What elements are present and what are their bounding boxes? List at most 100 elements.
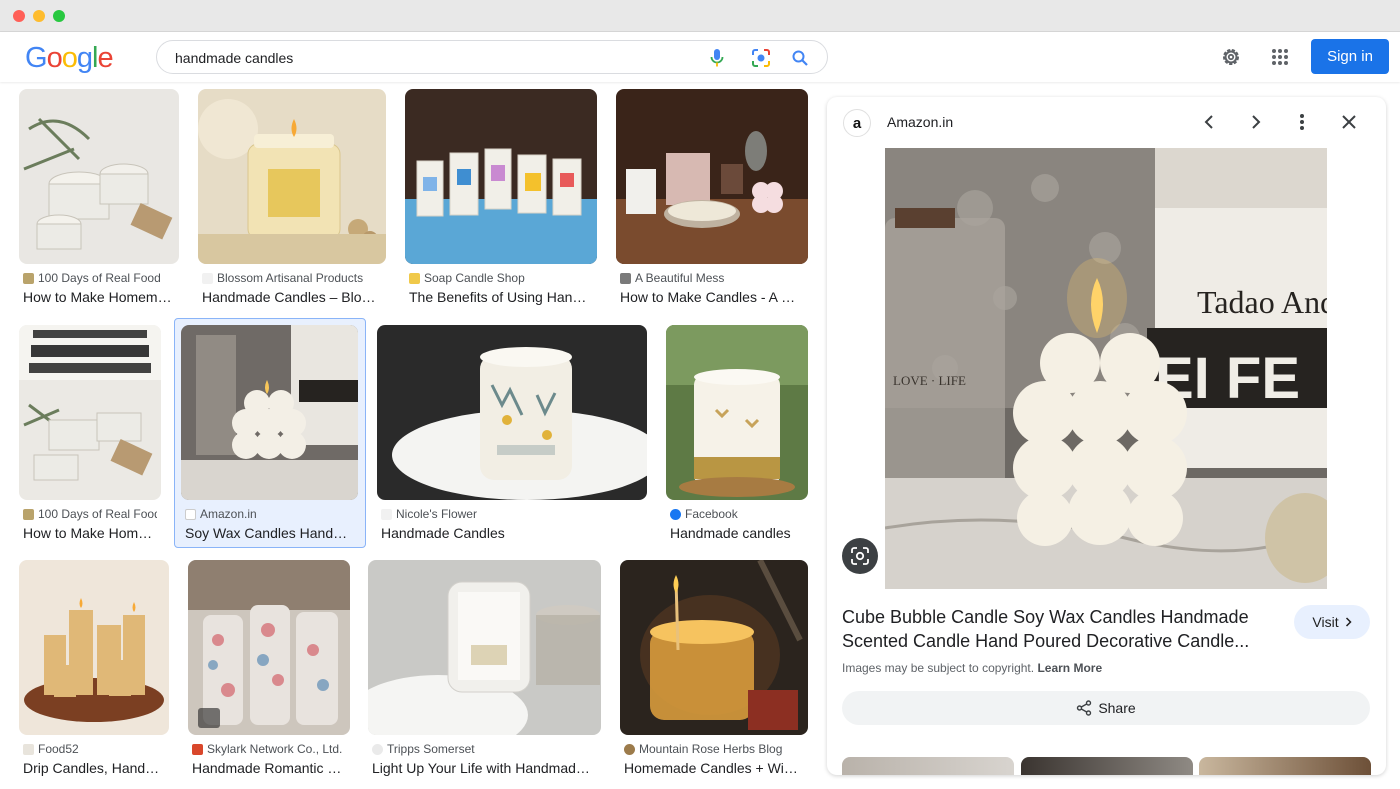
image-result[interactable]: Blossom Artisanal Products Handmade Cand…: [198, 89, 386, 309]
result-title[interactable]: The Benefits of Using Handmade Candles: [409, 289, 593, 305]
result-source-label: Food52: [38, 742, 79, 756]
result-source-label: Facebook: [685, 507, 738, 521]
result-title[interactable]: Handmade Candles – Blossom Artisanal Pro…: [202, 289, 382, 305]
source-favicon-icon: [381, 508, 392, 520]
source-favicon-icon: [192, 743, 203, 755]
share-icon: [1077, 700, 1092, 716]
result-thumbnail[interactable]: [377, 325, 647, 500]
result-thumbnail[interactable]: [181, 325, 358, 500]
next-chevron-icon[interactable]: [1244, 110, 1268, 134]
source-favicon-icon: [620, 272, 631, 284]
jar-label-text: LOVE · LIFE: [893, 373, 966, 388]
result-title[interactable]: Homemade Candles + Wicks: [624, 760, 804, 776]
learn-more-link[interactable]: Learn More: [1037, 661, 1102, 675]
visit-button[interactable]: Visit: [1294, 605, 1370, 639]
result-title[interactable]: How to Make Homemade Natural Candles: [23, 525, 157, 541]
image-result[interactable]: 100 Days of Real Food How to Make Homema…: [19, 325, 161, 545]
result-title[interactable]: Handmade Romantic Candles: [192, 760, 346, 776]
result-title[interactable]: How to Make Homemade Natural Candles: [23, 289, 175, 305]
result-source: Skylark Network Co., Ltd.: [192, 742, 346, 756]
source-favicon-icon: [624, 743, 635, 755]
logo-letter: o: [61, 42, 78, 74]
window-titlebar: [0, 0, 1400, 32]
result-source: Amazon.in: [185, 507, 354, 521]
preview-title[interactable]: Cube Bubble Candle Soy Wax Candles Handm…: [842, 605, 1262, 653]
visual-search-lens-icon[interactable]: [842, 538, 878, 574]
result-source-label: Mountain Rose Herbs Blog: [639, 742, 783, 756]
result-thumbnail[interactable]: [368, 560, 601, 735]
more-options-icon[interactable]: [1290, 110, 1314, 134]
previous-chevron-icon[interactable]: [1197, 110, 1221, 134]
result-source-label: Tripps Somerset: [387, 742, 475, 756]
preview-image[interactable]: Tadao And EI FE LOVE · LIFE: [885, 148, 1327, 589]
result-source: Soap Candle Shop: [409, 271, 593, 285]
logo-letter: g: [76, 42, 93, 74]
copyright-notice: Images may be subject to copyright. Lear…: [842, 661, 1102, 675]
result-title[interactable]: Light Up Your Life with Handmade Candles: [372, 760, 597, 776]
result-thumbnail[interactable]: [19, 325, 161, 500]
logo-letter: e: [97, 42, 113, 74]
image-result[interactable]: Facebook Handmade candles: [666, 325, 808, 545]
preview-site-name[interactable]: Amazon.in: [887, 114, 953, 130]
result-title[interactable]: Soy Wax Candles Handmade: [185, 525, 354, 541]
apps-grid-icon[interactable]: [1268, 45, 1292, 69]
source-favicon-icon: [372, 743, 383, 755]
image-result[interactable]: Skylark Network Co., Ltd. Handmade Roman…: [188, 560, 350, 780]
search-icon[interactable]: [790, 48, 810, 68]
result-thumbnail[interactable]: [198, 89, 386, 264]
result-title[interactable]: How to Make Candles - A Beautiful Mess: [620, 289, 804, 305]
result-source-label: Soap Candle Shop: [424, 271, 525, 285]
image-result[interactable]: Tripps Somerset Light Up Your Life with …: [368, 560, 601, 780]
related-image[interactable]: [1021, 757, 1193, 775]
google-header: Google Sign in: [0, 32, 1400, 82]
settings-gear-icon[interactable]: [1219, 45, 1243, 69]
result-title[interactable]: Handmade candles: [670, 525, 804, 541]
result-source-label: 100 Days of Real Food: [38, 507, 157, 521]
voice-search-icon[interactable]: [707, 48, 727, 68]
share-button[interactable]: Share: [842, 691, 1370, 725]
search-input[interactable]: [175, 48, 675, 68]
source-favicon-icon: [23, 508, 34, 520]
close-window-button[interactable]: [13, 10, 25, 22]
close-icon[interactable]: [1337, 110, 1361, 134]
chevron-right-icon: [1345, 617, 1352, 627]
image-preview-panel: a Amazon.in Tadao And EI FE LOVE · LIFE: [827, 97, 1386, 775]
result-source: 100 Days of Real Food: [23, 507, 157, 521]
image-result[interactable]: Amazon.in Soy Wax Candles Handmade: [181, 325, 358, 545]
result-thumbnail[interactable]: [188, 560, 350, 735]
source-favicon-icon: [23, 272, 34, 284]
related-image[interactable]: [842, 757, 1014, 775]
google-logo[interactable]: Google: [25, 42, 114, 75]
visit-label: Visit: [1312, 614, 1339, 630]
result-source-label: Skylark Network Co., Ltd.: [207, 742, 343, 756]
image-result[interactable]: Soap Candle Shop The Benefits of Using H…: [405, 89, 597, 309]
result-source-label: Amazon.in: [200, 507, 257, 521]
sign-in-button[interactable]: Sign in: [1311, 39, 1389, 74]
result-thumbnail[interactable]: [620, 560, 808, 735]
zoom-window-button[interactable]: [53, 10, 65, 22]
result-thumbnail[interactable]: [19, 560, 169, 735]
search-box: [156, 40, 828, 74]
image-result[interactable]: A Beautiful Mess How to Make Candles - A…: [616, 89, 808, 309]
source-favicon-icon: [409, 272, 420, 284]
result-title[interactable]: Handmade Candles: [381, 525, 643, 541]
result-thumbnail[interactable]: [19, 89, 179, 264]
result-thumbnail[interactable]: [616, 89, 808, 264]
lens-icon[interactable]: [751, 48, 771, 68]
result-source-label: Nicole's Flower: [396, 507, 477, 521]
result-thumbnail[interactable]: [666, 325, 808, 500]
image-result[interactable]: Nicole's Flower Handmade Candles: [377, 325, 647, 545]
minimize-window-button[interactable]: [33, 10, 45, 22]
result-source: Blossom Artisanal Products: [202, 271, 382, 285]
source-favicon-icon: [202, 272, 213, 284]
result-thumbnail[interactable]: [405, 89, 597, 264]
box-text: Tadao And: [1197, 284, 1327, 320]
amazon-favicon-icon: a: [843, 109, 871, 137]
result-title[interactable]: Drip Candles, Handmade: [23, 760, 165, 776]
result-source-label: A Beautiful Mess: [635, 271, 725, 285]
image-result[interactable]: Food52 Drip Candles, Handmade: [19, 560, 169, 780]
result-source: A Beautiful Mess: [620, 271, 804, 285]
image-result[interactable]: Mountain Rose Herbs Blog Homemade Candle…: [620, 560, 808, 780]
related-image[interactable]: [1199, 757, 1371, 775]
image-result[interactable]: 100 Days of Real Food How to Make Homema…: [19, 89, 179, 309]
